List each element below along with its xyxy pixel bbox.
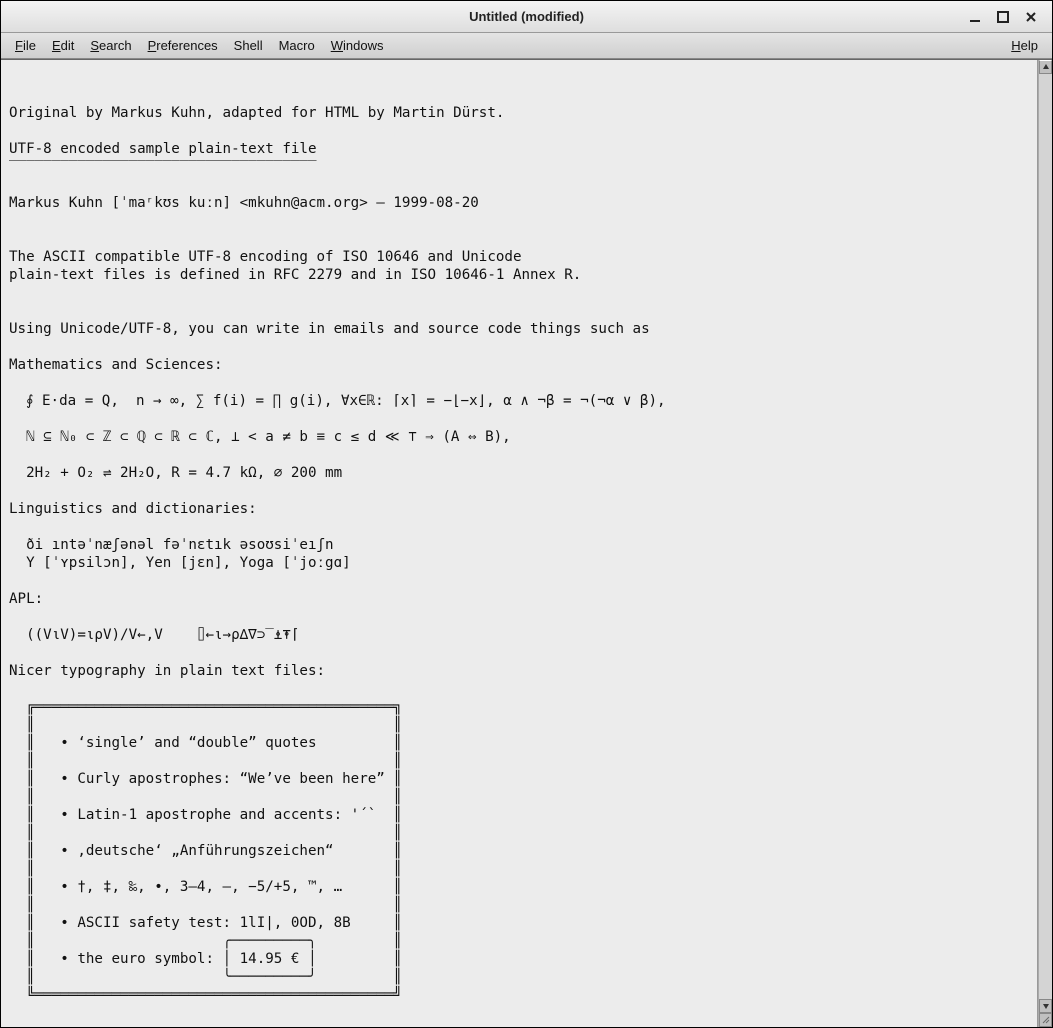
maximize-button[interactable] [994,8,1012,26]
scroll-down-icon[interactable] [1039,999,1052,1013]
menu-shell[interactable]: Shell [226,35,271,56]
app-window: Untitled (modified) File Edit Search Pre… [0,0,1053,1028]
menu-preferences[interactable]: Preferences [140,35,226,56]
menu-macro[interactable]: Macro [271,35,323,56]
window-title: Untitled (modified) [469,9,584,24]
scroll-up-icon[interactable] [1039,60,1052,74]
menu-search[interactable]: Search [82,35,139,56]
vertical-scrollbar[interactable] [1038,60,1052,1027]
menu-help[interactable]: Help [1003,35,1046,56]
scroll-track[interactable] [1039,74,1052,999]
menu-windows[interactable]: Windows [323,35,392,56]
text-editor[interactable]: Original by Markus Kuhn, adapted for HTM… [1,60,1038,1027]
editor-container: Original by Markus Kuhn, adapted for HTM… [1,59,1052,1027]
close-button[interactable] [1022,8,1040,26]
minimize-button[interactable] [966,8,984,26]
titlebar: Untitled (modified) [1,1,1052,33]
menubar: File Edit Search Preferences Shell Macro… [1,33,1052,59]
window-controls [966,1,1048,32]
menu-file[interactable]: File [7,35,44,56]
scroll-corner [1039,1013,1052,1027]
menu-edit[interactable]: Edit [44,35,82,56]
